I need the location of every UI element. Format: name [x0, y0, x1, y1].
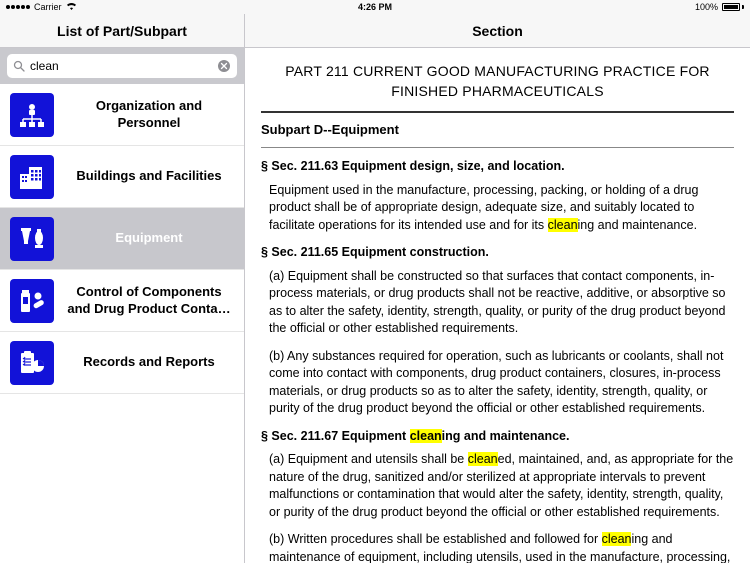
section-paragraph: Equipment used in the manufacture, proce…	[269, 182, 734, 235]
navbar: List of Part/Subpart Section	[0, 14, 750, 48]
battery-pct-label: 100%	[695, 2, 718, 12]
section-heading: § Sec. 211.65 Equipment construction.	[261, 244, 734, 262]
clock-label: 4:26 PM	[358, 2, 392, 12]
signal-dots-icon	[6, 5, 30, 9]
battery-icon	[722, 3, 744, 11]
drug-icon	[10, 279, 54, 323]
records-icon	[10, 341, 54, 385]
content-pane[interactable]: PART 211 CURRENT GOOD MANUFACTURING PRAC…	[245, 48, 750, 563]
section-paragraph: (b) Any substances required for operatio…	[269, 348, 734, 418]
sidebar-item-building[interactable]: Buildings and Facilities	[0, 146, 244, 208]
search-icon	[13, 60, 25, 72]
status-bar: Carrier 4:26 PM 100%	[0, 0, 750, 14]
sidebar-item-label: Buildings and Facilities	[64, 168, 234, 184]
doc-title: PART 211 CURRENT GOOD MANUFACTURING PRAC…	[261, 62, 734, 101]
org-icon	[10, 93, 54, 137]
wifi-icon	[66, 2, 77, 12]
nav-right-title: Section	[245, 14, 750, 47]
sidebar-list: Organization and Personnel Buildings and …	[0, 84, 244, 563]
clear-search-icon[interactable]	[217, 59, 231, 73]
sidebar: Organization and Personnel Buildings and …	[0, 48, 245, 563]
section-heading: § Sec. 211.67 Equipment cleaning and mai…	[261, 428, 734, 446]
equipment-icon	[10, 217, 54, 261]
section-paragraph: (a) Equipment and utensils shall be clea…	[269, 451, 734, 521]
section-heading: § Sec. 211.63 Equipment design, size, an…	[261, 158, 734, 176]
subpart-heading: Subpart D--Equipment	[261, 121, 734, 139]
search-bar	[0, 48, 244, 84]
sidebar-item-label: Organization and Personnel	[64, 98, 234, 131]
sidebar-item-label: Records and Reports	[64, 354, 234, 370]
sidebar-item-org[interactable]: Organization and Personnel	[0, 84, 244, 146]
sidebar-item-equipment[interactable]: Equipment	[0, 208, 244, 270]
section-paragraph: (b) Written procedures shall be establis…	[269, 531, 734, 563]
sidebar-item-records[interactable]: Records and Reports	[0, 332, 244, 394]
section-paragraph: (a) Equipment shall be constructed so th…	[269, 268, 734, 338]
nav-left-title: List of Part/Subpart	[0, 14, 245, 47]
search-input[interactable]	[30, 54, 212, 78]
subpart-rule	[261, 147, 734, 148]
title-rule	[261, 111, 734, 113]
carrier-label: Carrier	[34, 2, 62, 12]
sidebar-item-drug[interactable]: Control of Components and Drug Product C…	[0, 270, 244, 332]
sidebar-item-label: Control of Components and Drug Product C…	[64, 284, 234, 317]
sidebar-item-label: Equipment	[64, 230, 234, 246]
building-icon	[10, 155, 54, 199]
